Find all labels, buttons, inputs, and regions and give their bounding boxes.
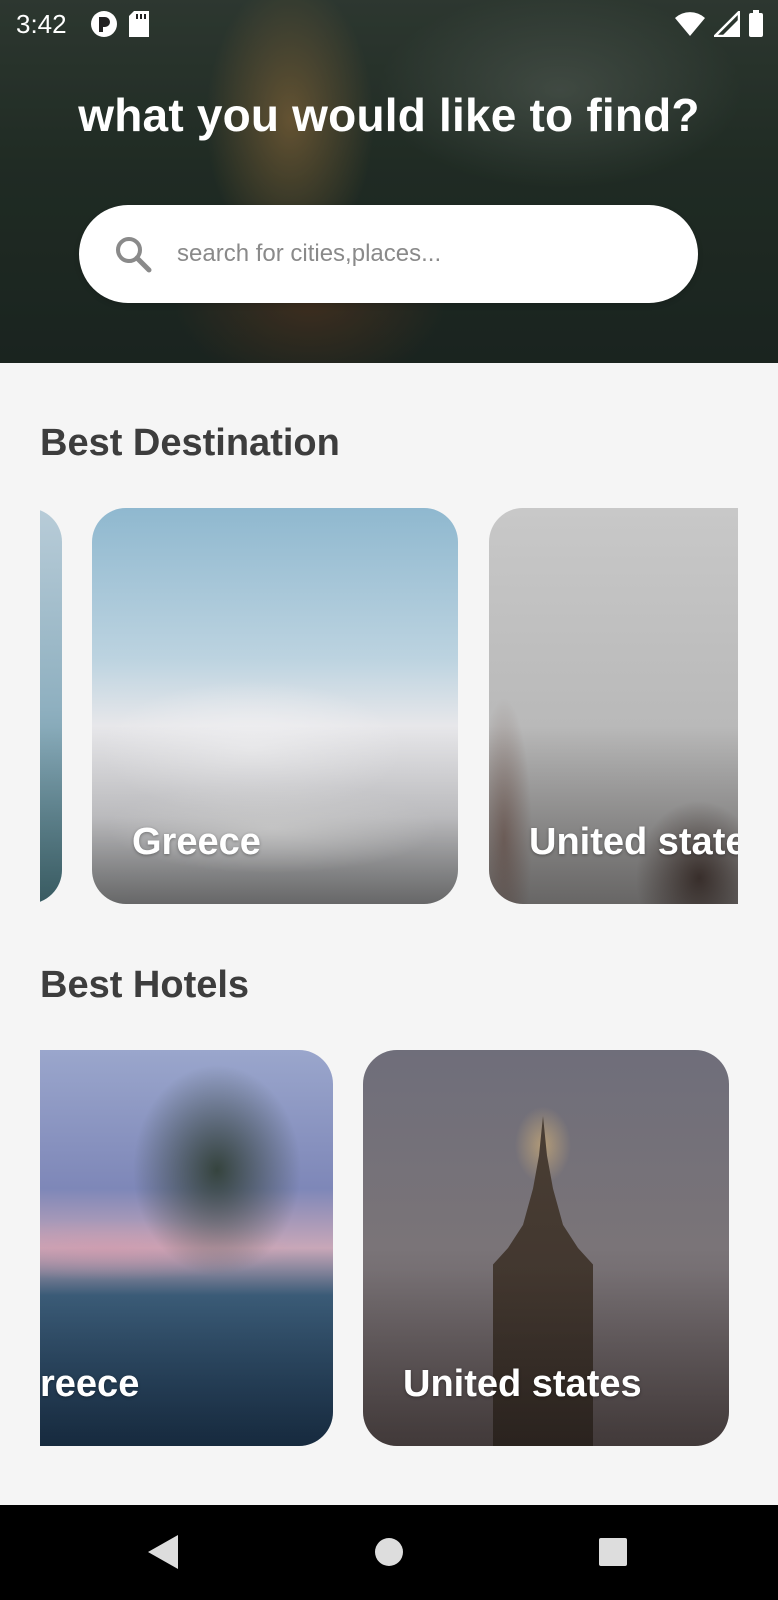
- hotel-label: reece: [40, 1363, 140, 1405]
- hotel-label: United states: [403, 1363, 642, 1405]
- search-input[interactable]: [175, 239, 659, 269]
- back-icon[interactable]: [146, 1533, 180, 1571]
- hotel-card-greece[interactable]: reece: [40, 1050, 333, 1446]
- wifi-icon: [675, 12, 705, 36]
- hero-banner: 3:42 what you would like to find? search…: [0, 0, 778, 363]
- search-bar[interactable]: [79, 205, 698, 303]
- destination-card[interactable]: [40, 508, 62, 904]
- home-icon[interactable]: [373, 1533, 405, 1571]
- destination-label: United state: [529, 821, 738, 863]
- building-lights: [503, 1090, 583, 1200]
- battery-icon: [749, 10, 763, 37]
- system-nav-bar: [0, 1505, 778, 1600]
- destination-card-greece[interactable]: Greece: [92, 508, 458, 904]
- hotel-card-united-states[interactable]: United states: [363, 1050, 729, 1446]
- search-icon[interactable]: [113, 234, 153, 274]
- status-time: 3:42: [16, 9, 67, 39]
- destination-card-united-states[interactable]: United state: [489, 508, 738, 904]
- recents-icon[interactable]: [597, 1533, 629, 1571]
- hero-title: what you would like to find?: [78, 89, 700, 141]
- best-hotels-title: Best Hotels: [40, 964, 250, 1006]
- hotels-carousel[interactable]: reece United states: [40, 1050, 738, 1446]
- notification-app-icon: [91, 11, 117, 37]
- status-bar: 3:42: [0, 0, 778, 48]
- sd-card-icon: [129, 11, 149, 37]
- destination-label: Greece: [132, 821, 261, 863]
- signal-icon: [714, 11, 740, 37]
- best-destination-title: Best Destination: [40, 422, 340, 464]
- destinations-carousel[interactable]: Greece United state: [40, 508, 738, 904]
